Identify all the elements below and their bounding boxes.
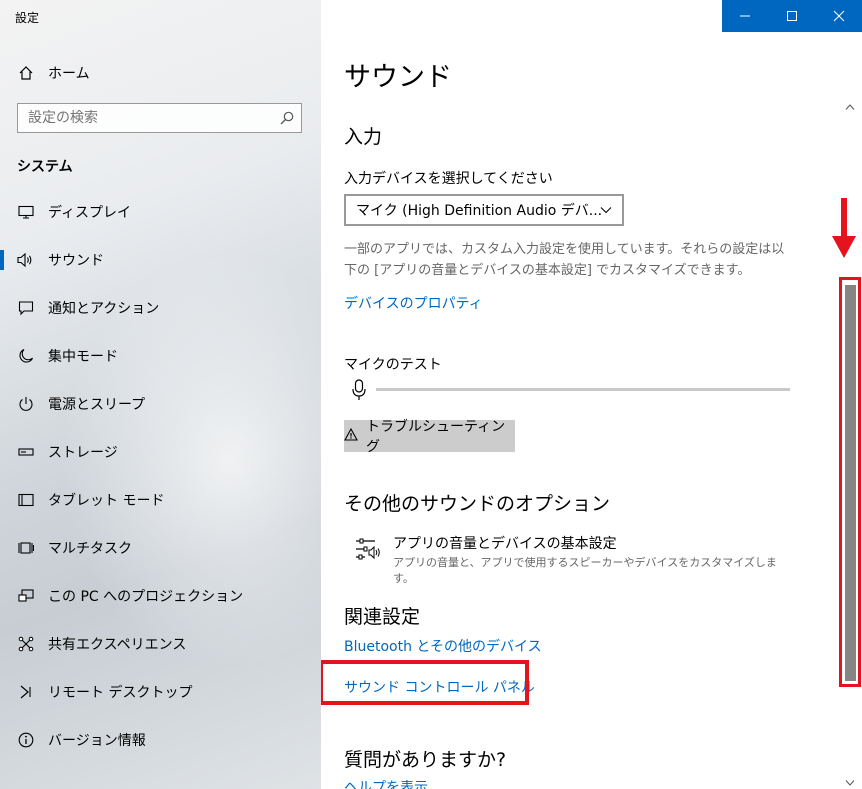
multitask-icon (17, 539, 35, 557)
sidebar-item-label: ストレージ (48, 445, 118, 461)
sidebar-item-label: 電源とスリープ (48, 397, 146, 413)
sidebar-item-about[interactable]: バージョン情報 (0, 720, 321, 760)
sidebar-item-remote-desktop[interactable]: リモート デスクトップ (0, 672, 321, 712)
input-device-value: マイク (High Definition Audio デバ... (356, 203, 603, 219)
main-content: サウンド 入力 入力デバイスを選択してください マイク (High Defini… (321, 0, 862, 789)
sidebar-item-label: タブレット モード (48, 493, 165, 509)
help-heading: 質問がありますか? (344, 749, 507, 771)
sidebar-item-label: サウンド (48, 253, 104, 269)
info-icon (17, 731, 35, 749)
mixer-icon (355, 537, 381, 565)
sidebar-item-notifications[interactable]: 通知とアクション (0, 288, 321, 328)
speaker-icon (17, 251, 35, 269)
help-link[interactable]: ヘルプを表示 (344, 777, 428, 789)
other-options-heading: その他のサウンドのオプション (344, 493, 611, 515)
troubleshoot-label: トラブルシューティング (366, 419, 506, 455)
minimize-button[interactable] (722, 0, 768, 32)
projection-icon (17, 587, 35, 605)
input-device-label: 入力デバイスを選択してください (344, 171, 553, 187)
maximize-icon (787, 11, 797, 21)
sidebar-item-focus[interactable]: 集中モード (0, 336, 321, 376)
app-title: 設定 (15, 11, 40, 25)
search-icon[interactable] (279, 110, 295, 126)
sidebar-item-label: バージョン情報 (48, 733, 146, 749)
sidebar-item-power[interactable]: 電源とスリープ (0, 384, 321, 424)
moon-icon (17, 347, 35, 365)
tablet-icon (17, 491, 35, 509)
mic-level-meter (376, 388, 790, 391)
warning-icon (344, 427, 358, 445)
sidebar-item-label: ディスプレイ (48, 205, 132, 221)
mic-test-label: マイクのテスト (344, 357, 442, 373)
storage-icon (17, 443, 35, 461)
troubleshoot-button[interactable]: トラブルシューティング (344, 419, 515, 455)
input-description: 一部のアプリでは、カスタム入力設定を使用しています。それらの設定は以下の [アプ… (344, 242, 785, 278)
app-volume-description: アプリの音量と、アプリで使用するスピーカーやデバイスをカスタマイズします。 (393, 556, 777, 585)
bluetooth-link[interactable]: Bluetooth とその他のデバイス (344, 636, 542, 656)
sidebar-item-display[interactable]: ディスプレイ (0, 192, 321, 232)
red-down-arrow-icon (830, 198, 858, 264)
device-properties-link[interactable]: デバイスのプロパティ (344, 293, 483, 313)
sidebar-item-label: マルチタスク (48, 541, 132, 557)
settings-search[interactable] (17, 103, 302, 133)
minimize-icon (740, 15, 750, 17)
sound-control-panel-link[interactable]: サウンド コントロール パネル (344, 677, 535, 697)
home-icon (17, 64, 35, 82)
input-device-dropdown[interactable]: マイク (High Definition Audio デバ... (344, 194, 624, 226)
scroll-up-arrow-icon[interactable] (845, 96, 855, 110)
page-title: サウンド (344, 62, 452, 93)
close-icon (833, 10, 845, 22)
related-settings-heading: 関連設定 (344, 606, 421, 628)
sidebar-item-label: リモート デスクトップ (48, 685, 193, 701)
input-heading: 入力 (344, 126, 383, 148)
sidebar-item-projection[interactable]: この PC へのプロジェクション (0, 576, 321, 616)
remote-desktop-icon (17, 683, 35, 701)
monitor-icon (17, 203, 35, 221)
scrollbar-thumb[interactable] (845, 285, 856, 681)
scroll-down-arrow-icon[interactable] (845, 772, 855, 786)
sidebar-item-tablet[interactable]: タブレット モード (0, 480, 321, 520)
sidebar: 設定 ホーム システム ディスプレイ サウンド 通知とアクション (0, 0, 321, 789)
sidebar-item-label: 共有エクスペリエンス (48, 637, 187, 653)
sidebar-item-storage[interactable]: ストレージ (0, 432, 321, 472)
microphone-icon (352, 379, 366, 405)
sidebar-item-label: 通知とアクション (48, 301, 160, 317)
maximize-button[interactable] (769, 0, 815, 32)
power-icon (17, 395, 35, 413)
sidebar-item-sound[interactable]: サウンド (0, 240, 321, 280)
search-input[interactable] (18, 104, 268, 132)
sidebar-item-label: この PC へのプロジェクション (48, 589, 244, 605)
chevron-down-icon (600, 204, 612, 220)
share-icon (17, 635, 35, 653)
sidebar-item-multitask[interactable]: マルチタスク (0, 528, 321, 568)
app-volume-title: アプリの音量とデバイスの基本設定 (393, 536, 617, 552)
sidebar-item-shared[interactable]: 共有エクスペリエンス (0, 624, 321, 664)
nav-home-label: ホーム (48, 66, 90, 82)
nav-home[interactable]: ホーム (0, 53, 321, 93)
app-volume-option[interactable]: アプリの音量とデバイスの基本設定 アプリの音量と、アプリで使用するスピーカーやデ… (355, 532, 795, 585)
window-controls (722, 0, 862, 32)
notification-icon (17, 299, 35, 317)
sidebar-item-label: 集中モード (48, 349, 118, 365)
section-header-system: システム (17, 159, 73, 175)
close-button[interactable] (816, 0, 862, 32)
